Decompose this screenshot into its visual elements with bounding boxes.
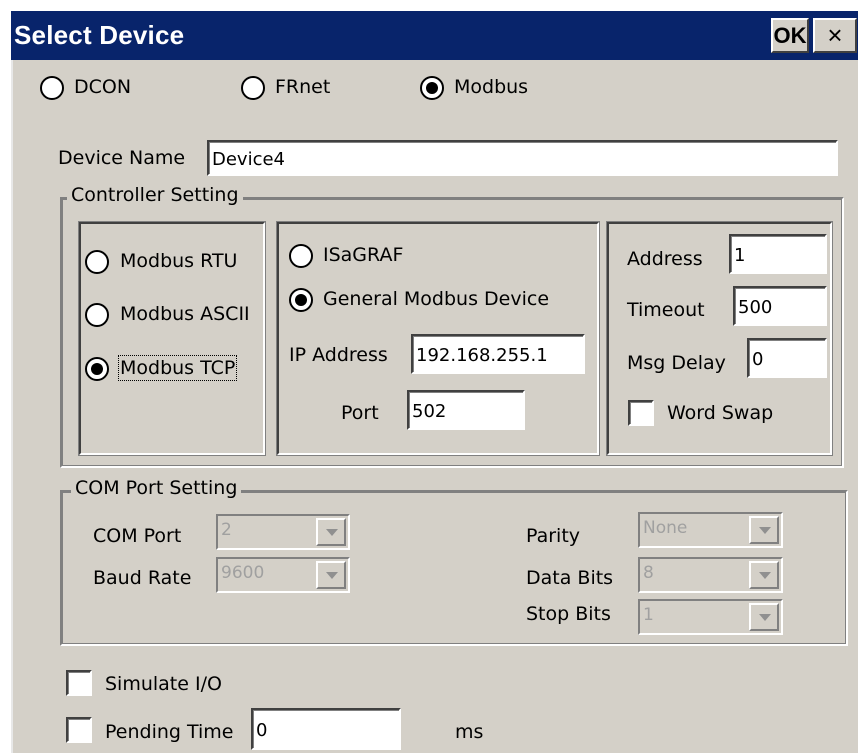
com-port-setting-legend: COM Port Setting	[71, 477, 242, 499]
pending-time-label: Pending Time	[105, 721, 234, 743]
title-bar: Select Device OK ×	[11, 11, 858, 60]
radio-modbus-rtu-label: Modbus RTU	[120, 250, 238, 272]
com-port-label: COM Port	[93, 525, 182, 547]
radio-frnet-label: FRnet	[275, 76, 331, 98]
close-icon: ×	[827, 20, 843, 50]
radio-isagraf-label: ISaGRAF	[323, 244, 404, 266]
stop-bits-select[interactable]: 1	[638, 599, 783, 635]
radio-modbus-label: Modbus	[454, 76, 529, 98]
radio-modbus-rtu[interactable]	[85, 250, 109, 274]
data-bits-select[interactable]: 8	[638, 557, 783, 593]
pending-time-unit: ms	[455, 721, 484, 743]
stop-bits-label: Stop Bits	[526, 603, 611, 625]
chevron-down-icon	[749, 516, 779, 544]
com-port-select[interactable]: 2	[216, 514, 350, 550]
device-name-input[interactable]	[207, 140, 838, 176]
msg-delay-label: Msg Delay	[627, 352, 726, 374]
parity-value: None	[643, 518, 688, 538]
chevron-down-icon	[316, 561, 346, 589]
address-input[interactable]	[729, 234, 827, 274]
radio-general-modbus-label: General Modbus Device	[323, 288, 550, 310]
baud-rate-select[interactable]: 9600	[216, 557, 350, 593]
radio-modbus-ascii[interactable]	[85, 303, 109, 327]
parity-select[interactable]: None	[638, 512, 783, 548]
baud-rate-value: 9600	[221, 563, 265, 583]
simulate-io-checkbox[interactable]	[66, 670, 92, 696]
parity-label: Parity	[526, 525, 581, 547]
radio-modbus-ascii-label: Modbus ASCII	[120, 303, 250, 325]
stop-bits-value: 1	[643, 605, 654, 625]
address-panel: Address Timeout Msg Delay Word Swap	[606, 221, 833, 456]
ip-address-label: IP Address	[289, 344, 388, 366]
port-label: Port	[341, 402, 379, 424]
select-device-window: Select Device OK × DCON FRnet Modbus Dev…	[0, 0, 858, 753]
radio-modbus-tcp[interactable]	[85, 357, 109, 381]
radio-modbus-tcp-label: Modbus TCP	[117, 355, 238, 381]
radio-frnet[interactable]	[241, 76, 265, 100]
chevron-down-icon	[316, 518, 346, 546]
close-button[interactable]: ×	[813, 18, 857, 53]
window-title: Select Device	[14, 20, 185, 50]
radio-isagraf[interactable]	[289, 244, 313, 268]
ok-button[interactable]: OK	[771, 18, 809, 53]
pending-time-checkbox[interactable]	[66, 717, 92, 743]
mode-panel: Modbus RTU Modbus ASCII Modbus TCP	[78, 221, 266, 456]
device-type-panel: ISaGRAF General Modbus Device IP Address…	[276, 221, 600, 456]
com-port-value: 2	[221, 520, 232, 540]
data-bits-label: Data Bits	[526, 567, 614, 589]
simulate-io-label: Simulate I/O	[105, 673, 222, 695]
word-swap-checkbox[interactable]	[628, 400, 654, 426]
device-name-label: Device Name	[58, 147, 186, 169]
radio-dcon-label: DCON	[74, 76, 132, 98]
port-input[interactable]	[407, 390, 525, 430]
radio-modbus[interactable]	[420, 76, 444, 100]
chevron-down-icon	[749, 603, 779, 631]
radio-dcon[interactable]	[40, 76, 64, 100]
dialog-body: DCON FRnet Modbus Device Name Controller…	[11, 60, 858, 753]
timeout-label: Timeout	[627, 299, 705, 321]
address-label: Address	[627, 248, 703, 270]
chevron-down-icon	[749, 561, 779, 589]
pending-time-input[interactable]	[251, 708, 401, 750]
word-swap-label: Word Swap	[667, 402, 774, 424]
data-bits-value: 8	[643, 563, 654, 583]
radio-general-modbus[interactable]	[289, 288, 313, 312]
ip-address-input[interactable]	[411, 334, 585, 374]
controller-setting-legend: Controller Setting	[67, 184, 243, 206]
msg-delay-input[interactable]	[747, 338, 827, 378]
timeout-input[interactable]	[733, 286, 827, 326]
baud-rate-label: Baud Rate	[93, 567, 192, 589]
